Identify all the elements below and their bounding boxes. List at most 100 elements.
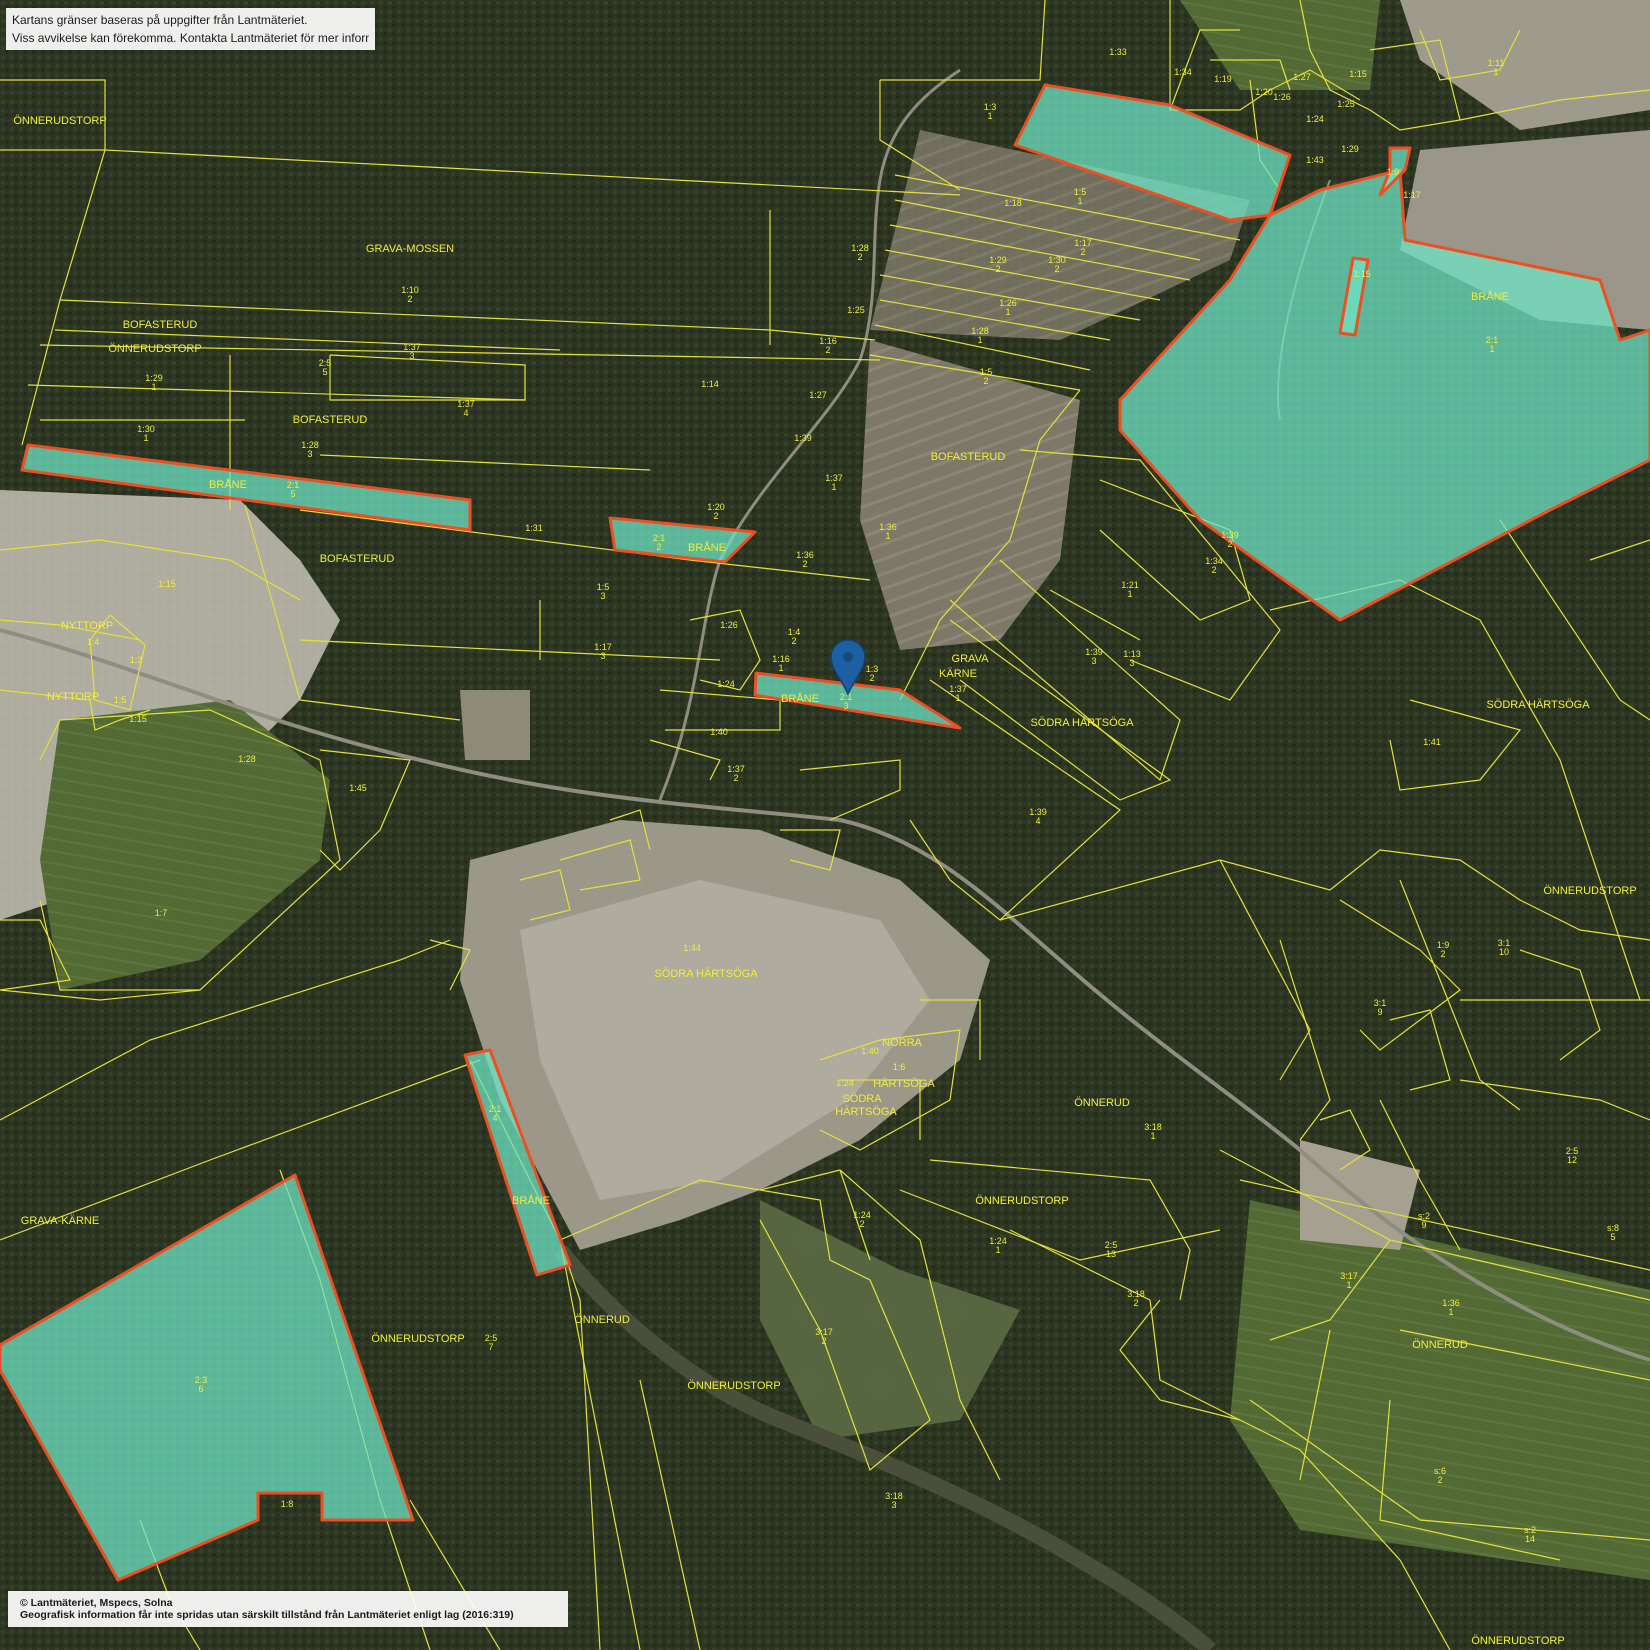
parcel-subnumber: 2 [802, 559, 807, 569]
place-name: BRÅNE [209, 478, 247, 491]
parcel-subnumber: 4 [463, 408, 468, 418]
parcel-number: 1:39 [794, 433, 812, 443]
parcel-subnumber: 5 [290, 489, 295, 499]
disclaimer-line-1: Kartans gränser baseras på uppgifter frå… [12, 13, 308, 27]
parcel-subnumber: 3 [409, 351, 414, 361]
disclaimer-line-2: Viss avvikelse kan förekomma. Kontakta L… [12, 31, 369, 45]
parcel-number: 1:33 [1109, 47, 1127, 57]
place-name: NYTTORP [47, 691, 99, 703]
parcel-subnumber: 2 [983, 376, 988, 386]
parcel-number: 1:18 [1004, 198, 1022, 208]
parcel-number: 1:6 [893, 1062, 906, 1072]
parcel-subnumber: 3 [600, 591, 605, 601]
place-name: SÖDRA [842, 1093, 882, 1105]
parcel-number: 1:24 [1306, 114, 1324, 124]
parcel-subnumber: 6 [198, 1384, 203, 1394]
parcel-subnumber: 1 [1005, 307, 1010, 317]
parcel-number: 1:27 [809, 390, 827, 400]
place-name: KÄRNE [939, 668, 977, 680]
parcel-number: 1:27 [1293, 72, 1311, 82]
place-name: SÖDRA HÄRTSÖGA [1030, 717, 1134, 729]
parcel-subnumber: 2 [656, 542, 661, 552]
parcel-number: 1:44 [683, 943, 701, 953]
parcel-subnumber: 5 [322, 367, 327, 377]
parcel-number: 1:45 [349, 783, 367, 793]
parcel-subnumber: 3 [1091, 656, 1096, 666]
parcel-subnumber: 1 [987, 111, 992, 121]
parcel-subnumber: 1 [955, 693, 960, 703]
place-name: ÖNNERUDSTORP [687, 1380, 780, 1392]
property-map[interactable]: ÖNNERUDSTORP GRAVA-MOSSEN BOFASTERUD ÖNN… [0, 0, 1650, 1650]
parcel-subnumber: 2 [1054, 264, 1059, 274]
parcel-subnumber: 1 [1127, 589, 1132, 599]
parcel-subnumber: 9 [1421, 1220, 1426, 1230]
parcel-subnumber: 2 [1080, 247, 1085, 257]
parcel-number: 1:3 [130, 655, 143, 665]
parcel-subnumber: 5 [1610, 1232, 1615, 1242]
place-name: ÖNNERUDSTORP [1543, 885, 1636, 897]
map-copyright: © Lantmäteriet, Mspecs, Solna Geografisk… [8, 1591, 568, 1627]
place-name: BRÅNE [688, 541, 726, 554]
place-name: BRÅNE [1471, 290, 1509, 303]
place-name: HÄRTSÖGA [873, 1078, 935, 1090]
parcel-subnumber: 2 [733, 773, 738, 783]
parcel-number: 1:28 [238, 754, 256, 764]
parcel-number: 1:20 [1255, 87, 1273, 97]
parcel-subnumber: 2 [713, 511, 718, 521]
parcel-number: 1:8 [281, 1499, 294, 1509]
parcel-number: 1:25 [1337, 99, 1355, 109]
place-name: HÄRTSÖGA [835, 1106, 897, 1118]
parcel-subnumber: 2 [1211, 565, 1216, 575]
parcel-subnumber: 4 [492, 1113, 497, 1123]
parcel-number: 1:40 [861, 1046, 879, 1056]
parcel-number: 1:40 [710, 727, 728, 737]
parcel-subnumber: 4 [1035, 816, 1040, 826]
place-name: ÖNNERUD [574, 1314, 630, 1326]
parcel-subnumber: 2 [857, 252, 862, 262]
parcel-subnumber: 3 [307, 449, 312, 459]
parcel-subnumber: 14 [1525, 1534, 1535, 1544]
place-name: ÖNNERUDSTORP [1471, 1635, 1564, 1647]
place-name: BRÅNE [512, 1194, 550, 1207]
parcel-number: 1:43 [1306, 155, 1324, 165]
parcel-number: 1:24 [717, 679, 735, 689]
parcel-subnumber: 3 [891, 1500, 896, 1510]
place-name: NORRA [882, 1037, 922, 1049]
parcel-subnumber: 7 [488, 1342, 493, 1352]
parcel-number: 1:17 [1403, 190, 1421, 200]
parcel-number: 1:19 [1214, 74, 1232, 84]
place-name: SÖDRA HÄRTSÖGA [1486, 699, 1590, 711]
parcel-subnumber: 3 [600, 651, 605, 661]
parcel-subnumber: 1 [995, 1245, 1000, 1255]
parcel-number: 1:7 [155, 908, 168, 918]
parcel-number: 1:15 [1353, 269, 1371, 279]
place-name: ÖNNERUD [1074, 1097, 1130, 1109]
place-name: BOFASTERUD [320, 553, 395, 565]
parcel-number: 1:14 [701, 379, 719, 389]
parcel-subnumber: 2 [407, 294, 412, 304]
parcel-subnumber: 13 [1106, 1249, 1116, 1259]
place-name: ÖNNERUDSTORP [13, 115, 106, 127]
parcel-subnumber: 1 [1489, 344, 1494, 354]
parcel-subnumber: 2 [821, 1336, 826, 1346]
place-name: ÖNNERUDSTORP [108, 343, 201, 355]
parcel-subnumber: 1 [143, 433, 148, 443]
parcel-subnumber: 1 [778, 663, 783, 673]
place-name: GRAVA [952, 653, 990, 665]
place-name: ÖNNERUDSTORP [371, 1333, 464, 1345]
place-name: NYTTORP [61, 620, 113, 632]
parcel-subnumber: 3 [843, 701, 848, 711]
parcel-number: 1:26 [720, 620, 738, 630]
place-name: GRAVA-MOSSEN [366, 243, 454, 255]
parcel-subnumber: 1 [151, 382, 156, 392]
parcel-number: 1:15 [1349, 69, 1367, 79]
parcel-subnumber: 2 [995, 264, 1000, 274]
parcel-subnumber: 1 [1493, 67, 1498, 77]
place-name: BOFASTERUD [123, 319, 198, 331]
parcel-number: 1:9 [1387, 167, 1400, 177]
copyright-text: © Lantmäteriet, Mspecs, Solna [20, 1597, 173, 1609]
parcel-subnumber: 2 [825, 345, 830, 355]
parcel-number: 1:5 [114, 695, 127, 705]
parcel-subnumber: 9 [1377, 1007, 1382, 1017]
parcel-subnumber: 12 [1567, 1155, 1577, 1165]
